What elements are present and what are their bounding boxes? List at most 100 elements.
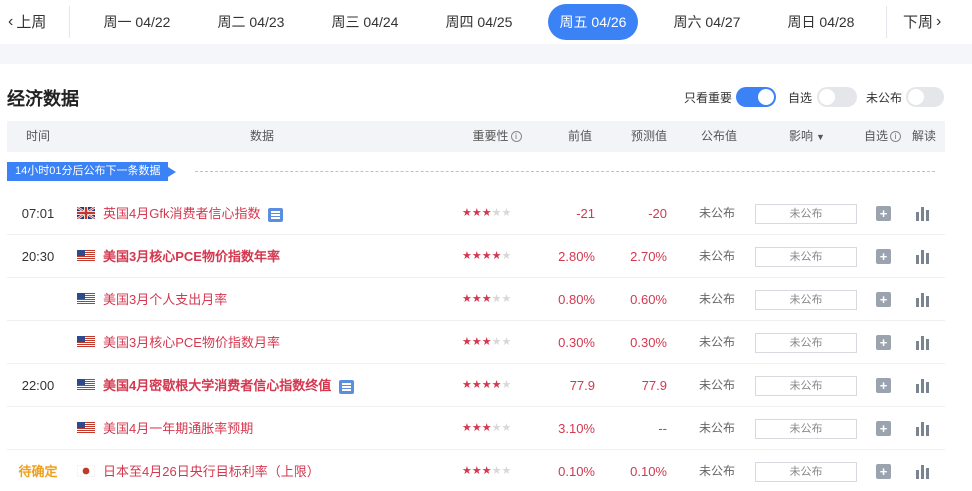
importance-stars: ★★★★★ [462,465,512,477]
table-row[interactable]: 美国3月核心PCE物价指数月率 ★★★★★ 0.30% 0.30% 未公布 未公布 + [7,321,945,364]
us-flag-icon [77,250,95,262]
unpublished-toggle[interactable] [906,87,945,107]
day-tab-label: 周三 04/24 [331,14,399,30]
event-name-text: 美国3月核心PCE物价指数年率 [103,249,280,264]
importance-stars: ★★★★★ [462,336,512,348]
col-importance-label: 重要性 [472,129,509,143]
next-week-label: 下周 [903,14,934,31]
prev-week-button[interactable]: ‹ 上周 [8,11,46,32]
col-explain: 解读 [911,129,936,143]
col-actual: 公布值 [700,129,737,143]
row-event-name[interactable]: 美国3月核心PCE物价指数月率 [103,321,280,364]
chart-bars-icon[interactable] [915,205,931,221]
row-forecast: 0.30% [630,335,667,350]
watchlist-toggle[interactable] [817,87,858,107]
day-tab[interactable]: 周日 04/28 [764,0,878,44]
event-name-text: 英国4月Gfk消费者信心指数 [103,206,261,221]
row-impact: 未公布 [755,204,857,224]
row-previous: -21 [576,206,595,221]
next-week-button[interactable]: 下周 › [903,11,941,32]
importance-stars: ★★★★★ [462,250,512,262]
chart-bars-icon[interactable] [915,377,931,393]
row-time: 待确定 [18,464,58,479]
table-row[interactable]: 22:00 美国4月密歇根大学消费者信心指数终值 ★★★★★ 77.9 77.9 未公布 未… [7,364,945,407]
chart-bars-icon[interactable] [915,463,931,479]
caret-down-icon: ▼ [816,132,825,142]
add-watch-icon[interactable]: + [876,249,891,264]
event-name-text: 日本至4月26日央行目标利率（上限） [103,464,320,479]
col-time: 时间 [25,129,50,143]
chart-bars-icon[interactable] [915,291,931,307]
row-previous: 2.80% [558,249,595,264]
event-name-text: 美国3月核心PCE物价指数月率 [103,335,280,350]
chart-bars-icon[interactable] [915,248,931,264]
event-name-text: 美国3月个人支出月率 [103,292,228,307]
day-tab-label: 周一 04/22 [103,14,171,30]
table-row[interactable]: 07:01 英国4月Gfk消费者信心指数 ★★★★★ -21 -20 未公布 未公布 + [7,192,945,235]
row-time [13,321,63,364]
prev-week-label: 上周 [16,14,47,31]
col-impact[interactable]: 影响 ▼ [777,121,837,152]
filter-watchlist-label: 自选 [788,90,813,105]
importance-stars: ★★★★★ [462,422,512,434]
row-previous: 0.30% [558,335,595,350]
col-data: 数据 [249,129,274,143]
countdown-banner: 14小时01分后公布下一条数据 [7,162,177,181]
col-watch-label: 自选 [863,129,888,143]
info-icon[interactable]: i [890,131,901,143]
event-name-text: 美国4月密歇根大学消费者信心指数终值 [103,378,332,393]
us-flag-icon [77,422,95,434]
col-impact-label: 影响 [789,129,814,143]
day-tab[interactable]: 周六 04/27 [650,0,764,44]
row-event-name[interactable]: 日本至4月26日央行目标利率（上限） [103,450,320,491]
table-row[interactable]: 待确定 日本至4月26日央行目标利率（上限） ★★★★★ 0.10% 0.10% 未公布 未… [7,450,945,491]
row-actual: 未公布 [698,206,735,220]
row-actual: 未公布 [698,249,735,263]
info-icon[interactable]: i [510,131,522,143]
separator-band [0,44,972,64]
day-tab-label: 周五 04/26 [547,4,639,40]
document-icon[interactable] [268,207,284,222]
filter-important[interactable]: 只看重要 [684,86,777,108]
chart-bars-icon[interactable] [915,334,931,350]
add-watch-icon[interactable]: + [876,335,891,350]
row-impact: 未公布 [755,290,857,310]
row-event-name[interactable]: 英国4月Gfk消费者信心指数 [103,192,284,235]
day-tab[interactable]: 周二 04/23 [194,0,308,44]
col-previous: 前值 [567,129,592,143]
day-tab[interactable]: 周一 04/22 [80,0,194,44]
row-previous: 77.9 [569,378,595,393]
table-row[interactable]: 20:30 美国3月核心PCE物价指数年率 ★★★★★ 2.80% 2.70% 未公布 未公… [7,235,945,278]
row-forecast: 2.70% [630,249,667,264]
row-actual: 未公布 [698,421,735,435]
table-row[interactable]: 美国4月一年期通胀率预期 ★★★★★ 3.10% -- 未公布 未公布 + [7,407,945,450]
row-forecast: -20 [648,206,667,221]
row-event-name[interactable]: 美国3月核心PCE物价指数年率 [103,235,280,278]
col-importance: 重要性 i [457,121,537,152]
add-watch-icon[interactable]: + [876,421,891,436]
row-previous: 3.10% [558,421,595,436]
day-tab[interactable]: 周四 04/25 [422,0,536,44]
chevron-left-icon: ‹ [8,12,14,30]
add-watch-icon[interactable]: + [876,378,891,393]
jp-flag-icon [76,464,96,478]
table-row[interactable]: 美国3月个人支出月率 ★★★★★ 0.80% 0.60% 未公布 未公布 + [7,278,945,321]
divider [886,6,887,38]
document-icon[interactable] [339,379,355,394]
row-impact: 未公布 [755,419,857,439]
day-tab[interactable]: 周五 04/26 [536,0,650,44]
add-watch-icon[interactable]: + [876,464,891,479]
important-toggle[interactable] [736,87,777,107]
add-watch-icon[interactable]: + [876,292,891,307]
day-tab[interactable]: 周三 04/24 [308,0,422,44]
row-event-name[interactable]: 美国4月一年期通胀率预期 [103,407,253,450]
filter-unpublished[interactable]: 未公布 [866,86,945,108]
us-flag-icon [77,336,95,348]
row-event-name[interactable]: 美国3月个人支出月率 [103,278,227,321]
row-actual: 未公布 [698,335,735,349]
filter-watchlist[interactable]: 自选 [788,86,858,108]
row-event-name[interactable]: 美国4月密歇根大学消费者信心指数终值 [103,364,355,407]
day-tab-label: 周二 04/23 [217,14,285,30]
add-watch-icon[interactable]: + [876,206,891,221]
chart-bars-icon[interactable] [915,420,931,436]
